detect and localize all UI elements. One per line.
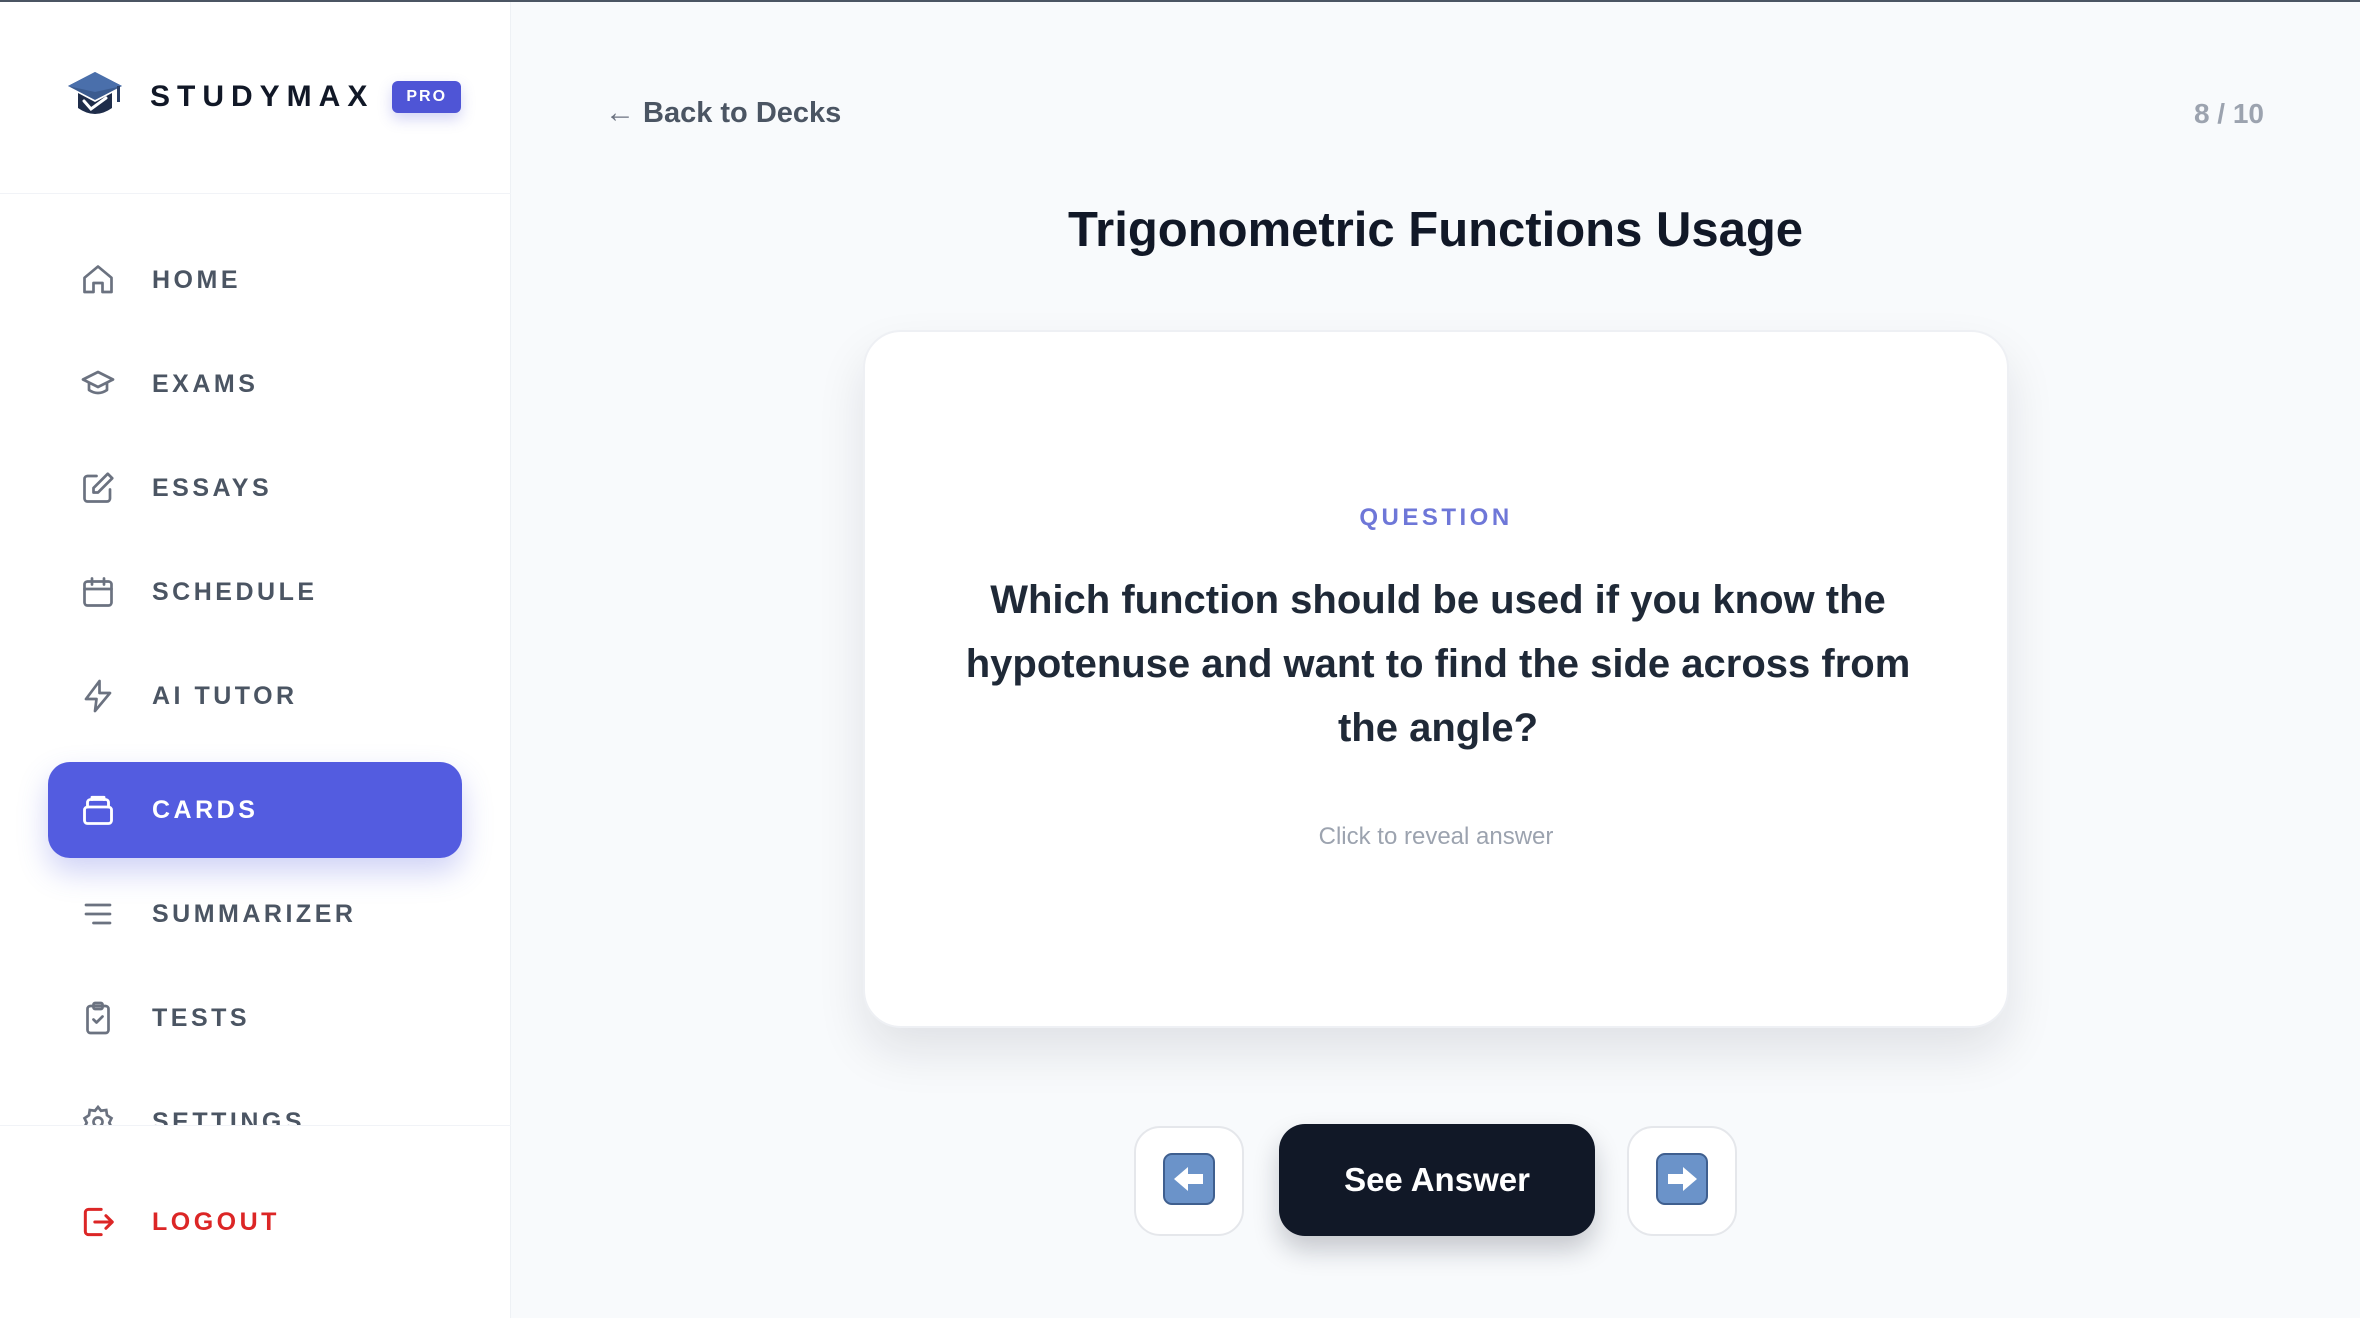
flashcard[interactable]: QUESTION Which function should be used i… bbox=[863, 330, 2009, 1028]
previous-card-button[interactable] bbox=[1134, 1126, 1244, 1236]
deck-title: Trigonometric Functions Usage bbox=[1067, 203, 1804, 257]
next-card-button[interactable] bbox=[1627, 1126, 1737, 1236]
main-content: ← Back to Decks 8 / 10 Trigonometric Fun… bbox=[511, 0, 2360, 1318]
sidebar-item-summarizer[interactable]: SUMMARIZER bbox=[48, 866, 462, 962]
brand: STUDYMAX PRO bbox=[0, 0, 511, 194]
sidebar-item-essays[interactable]: ESSAYS bbox=[48, 440, 462, 536]
see-answer-button[interactable]: See Answer bbox=[1279, 1124, 1595, 1236]
card-question: Which function should be used if you kno… bbox=[965, 578, 1911, 750]
card-counter: 8 / 10 bbox=[2193, 98, 2264, 129]
logout-label: LOGOUT bbox=[152, 1207, 280, 1236]
lightning-icon bbox=[78, 676, 118, 716]
sidebar-item-home[interactable]: HOME bbox=[48, 232, 462, 328]
pro-badge: PRO bbox=[392, 80, 462, 113]
card-controls: See Answer bbox=[511, 1124, 2360, 1236]
window-top-border bbox=[0, 0, 2360, 2]
graduation-cap-logo-icon bbox=[66, 68, 124, 126]
home-icon bbox=[78, 260, 118, 300]
brand-name: STUDYMAX bbox=[150, 79, 375, 113]
sidebar-item-label: EXAMS bbox=[152, 369, 259, 398]
sidebar-item-tests[interactable]: TESTS bbox=[48, 970, 462, 1066]
clipboard-check-icon bbox=[78, 998, 118, 1038]
sidebar-item-label: SUMMARIZER bbox=[152, 899, 357, 928]
sidebar-item-ai-tutor[interactable]: AI TUTOR bbox=[48, 648, 462, 744]
card-kicker: QUESTION bbox=[1359, 504, 1513, 531]
sidebar-item-label: SCHEDULE bbox=[152, 577, 318, 606]
sidebar-item-label: CARDS bbox=[152, 795, 259, 824]
calendar-icon bbox=[78, 572, 118, 612]
pencil-square-icon bbox=[78, 468, 118, 508]
graduation-cap-icon bbox=[78, 364, 118, 404]
cards-stack-icon bbox=[78, 790, 118, 830]
sidebar-item-label: TESTS bbox=[152, 1003, 251, 1032]
sidebar-item-exams[interactable]: EXAMS bbox=[48, 336, 462, 432]
sidebar-nav: HOME EXAMS ESSAYS SCHEDULE AI TUTOR CARD… bbox=[0, 232, 511, 1125]
gear-icon bbox=[78, 1102, 118, 1125]
sidebar: STUDYMAX PRO HOME EXAMS ESSAYS SCHEDULE … bbox=[0, 0, 511, 1318]
reveal-hint: Click to reveal answer bbox=[1318, 823, 1554, 850]
sidebar-item-label: SETTINGS bbox=[152, 1107, 306, 1126]
lines-icon bbox=[78, 894, 118, 934]
app-root: STUDYMAX PRO HOME EXAMS ESSAYS SCHEDULE … bbox=[0, 0, 2360, 1318]
logout-section: LOGOUT bbox=[0, 1125, 511, 1318]
left-arrow-icon: ← bbox=[605, 96, 635, 129]
sidebar-item-schedule[interactable]: SCHEDULE bbox=[48, 544, 462, 640]
sidebar-item-label: AI TUTOR bbox=[152, 681, 298, 710]
sidebar-item-cards[interactable]: CARDS bbox=[48, 762, 462, 858]
sidebar-item-settings[interactable]: SETTINGS bbox=[48, 1074, 462, 1125]
right-arrow-icon bbox=[1656, 1152, 1708, 1210]
logout-button[interactable]: LOGOUT bbox=[48, 1174, 462, 1270]
sidebar-item-label: HOME bbox=[152, 265, 241, 294]
logout-icon bbox=[78, 1202, 118, 1242]
sidebar-item-label: ESSAYS bbox=[152, 473, 273, 502]
back-label: Back to Decks bbox=[643, 96, 842, 129]
back-to-decks-link[interactable]: ← Back to Decks bbox=[605, 96, 841, 130]
left-arrow-icon bbox=[1163, 1152, 1215, 1210]
